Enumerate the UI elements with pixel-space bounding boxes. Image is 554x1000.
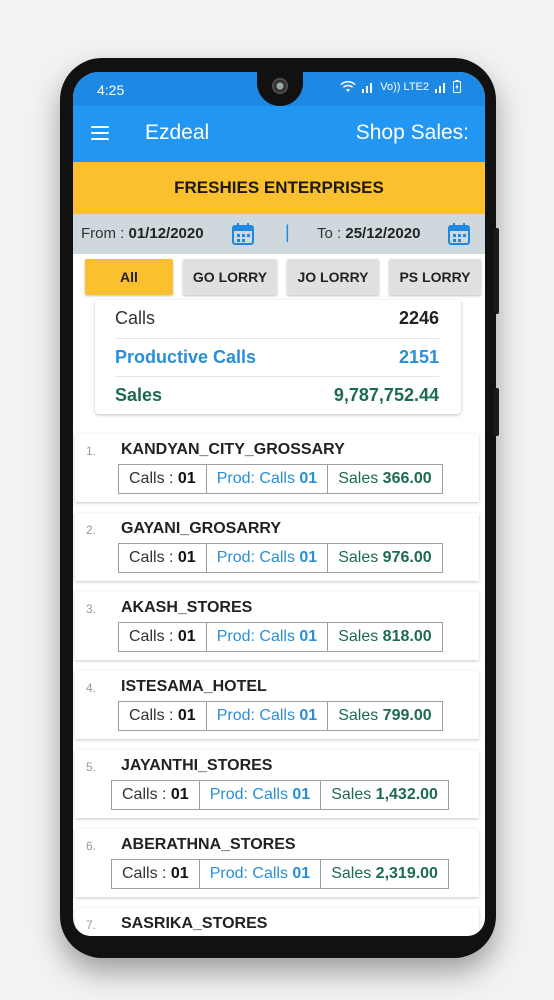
summary-productive-row: Productive Calls 2151 [115,338,439,377]
filter-all-button[interactable]: All [85,259,173,295]
status-time: 4:25 [97,82,125,98]
shop-calls: Calls : 01 [118,701,207,731]
shop-index: 6. [86,839,97,853]
shop-calls: Calls : 01 [118,622,207,652]
shop-sales: Sales 2,319.00 [321,859,449,889]
filter-go-lorry-button[interactable]: GO LORRY [183,259,277,295]
hamburger-menu-icon[interactable] [91,126,109,140]
shop-index: 7. [86,918,97,932]
summary-productive-label: Productive Calls [115,347,257,367]
shop-prod-calls: Prod: Calls 01 [199,859,322,889]
power-button [494,388,499,436]
signal-icon [362,82,373,93]
summary-sales-row: Sales 9,787,752.44 [115,376,439,415]
shop-stats: Calls : 01 Prod: Calls 01 Sales 1,432.00 [111,780,449,810]
from-date-value: 01/12/2020 [128,225,204,242]
shop-name: ISTESAMA_HOTEL [121,678,267,695]
shop-sales: Sales 1,432.00 [321,780,449,810]
shop-index: 3. [86,602,97,616]
status-bar: 4:25 Vo)) LTE2 [73,72,485,106]
status-icons: Vo)) LTE2 [340,80,461,93]
camera-icon [272,78,288,94]
shop-name: GAYANI_GROSARRY [121,520,282,537]
shop-calls: Calls : 01 [111,780,200,810]
shop-prod-calls: Prod: Calls 01 [206,464,329,494]
page-title: Shop Sales: [355,121,469,144]
date-separator: | [285,222,290,242]
shop-list-item[interactable]: 7. SASRIKA_STORES [75,908,479,936]
date-range-bar: From : 01/12/2020 | To : 25/12/2020 [73,214,485,254]
company-banner: FRESHIES ENTERPRISES [73,162,485,214]
signal-icon-2 [435,82,445,93]
camera-notch [257,72,303,106]
shop-list-item[interactable]: 4. ISTESAMA_HOTEL Calls : 01 Prod: Calls… [75,671,479,739]
summary-sales-label: Sales [115,385,163,405]
summary-calls-row: Calls 2246 [115,300,439,338]
shop-name: SASRIKA_STORES [121,915,268,932]
shop-calls: Calls : 01 [118,464,207,494]
app-bar: Ezdeal Shop Sales: [73,106,485,162]
shop-calls: Calls : 01 [111,859,200,889]
shop-sales: Sales 366.00 [328,464,443,494]
filter-jo-lorry-button[interactable]: JO LORRY [287,259,379,295]
shop-calls: Calls : 01 [118,543,207,573]
shop-list-item[interactable]: 2. GAYANI_GROSARRY Calls : 01 Prod: Call… [75,513,479,581]
shop-list-item[interactable]: 3. AKASH_STORES Calls : 01 Prod: Calls 0… [75,592,479,660]
network-label: Vo)) LTE2 [380,80,429,93]
shop-prod-calls: Prod: Calls 01 [199,780,322,810]
summary-card: Calls 2246 Productive Calls 2151 Sales 9… [95,300,461,414]
shop-list-item[interactable]: 5. JAYANTHI_STORES Calls : 01 Prod: Call… [75,750,479,818]
from-calendar-icon[interactable] [231,222,255,246]
shop-stats: Calls : 01 Prod: Calls 01 Sales 2,319.00 [111,859,449,889]
summary-sales-value: 9,787,752.44 [333,385,439,405]
app-title: Ezdeal [145,121,210,144]
shop-name: KANDYAN_CITY_GROSSARY [121,441,345,458]
summary-calls-label: Calls [115,308,156,328]
lorry-filter-tabs: All GO LORRY JO LORRY PS LORRY [73,259,485,297]
shop-stats: Calls : 01 Prod: Calls 01 Sales 818.00 [118,622,443,652]
shop-prod-calls: Prod: Calls 01 [206,543,329,573]
battery-icon [453,80,461,93]
wifi-icon [340,80,356,92]
date-to: To : 25/12/2020 [317,225,420,242]
shop-sales: Sales 976.00 [328,543,443,573]
shop-list-item[interactable]: 1. KANDYAN_CITY_GROSSARY Calls : 01 Prod… [75,434,479,502]
shop-stats: Calls : 01 Prod: Calls 01 Sales 366.00 [118,464,443,494]
date-from: From : 01/12/2020 [81,225,204,242]
shop-index: 4. [86,681,97,695]
shop-name: ABERATHNA_STORES [121,836,296,853]
shop-index: 2. [86,523,97,537]
to-calendar-icon[interactable] [447,222,471,246]
volume-button [494,228,499,314]
summary-calls-value: 2246 [398,308,439,328]
shop-name: AKASH_STORES [121,599,253,616]
shop-index: 5. [86,760,97,774]
shop-sales: Sales 799.00 [328,701,443,731]
summary-productive-value: 2151 [398,347,439,367]
shop-prod-calls: Prod: Calls 01 [206,622,329,652]
shop-name: JAYANTHI_STORES [121,757,273,774]
shop-sales: Sales 818.00 [328,622,443,652]
to-label: To : [317,225,346,242]
shop-stats: Calls : 01 Prod: Calls 01 Sales 976.00 [118,543,443,573]
screen: 4:25 Vo)) LTE2 Ezdeal Shop Sales: FRESHI… [73,72,485,936]
filter-ps-lorry-button[interactable]: PS LORRY [389,259,481,295]
shop-index: 1. [86,444,97,458]
shop-prod-calls: Prod: Calls 01 [206,701,329,731]
shop-stats: Calls : 01 Prod: Calls 01 Sales 799.00 [118,701,443,731]
to-date-value: 25/12/2020 [345,225,421,242]
shop-list-item[interactable]: 6. ABERATHNA_STORES Calls : 01 Prod: Cal… [75,829,479,897]
from-label: From : [81,225,129,242]
